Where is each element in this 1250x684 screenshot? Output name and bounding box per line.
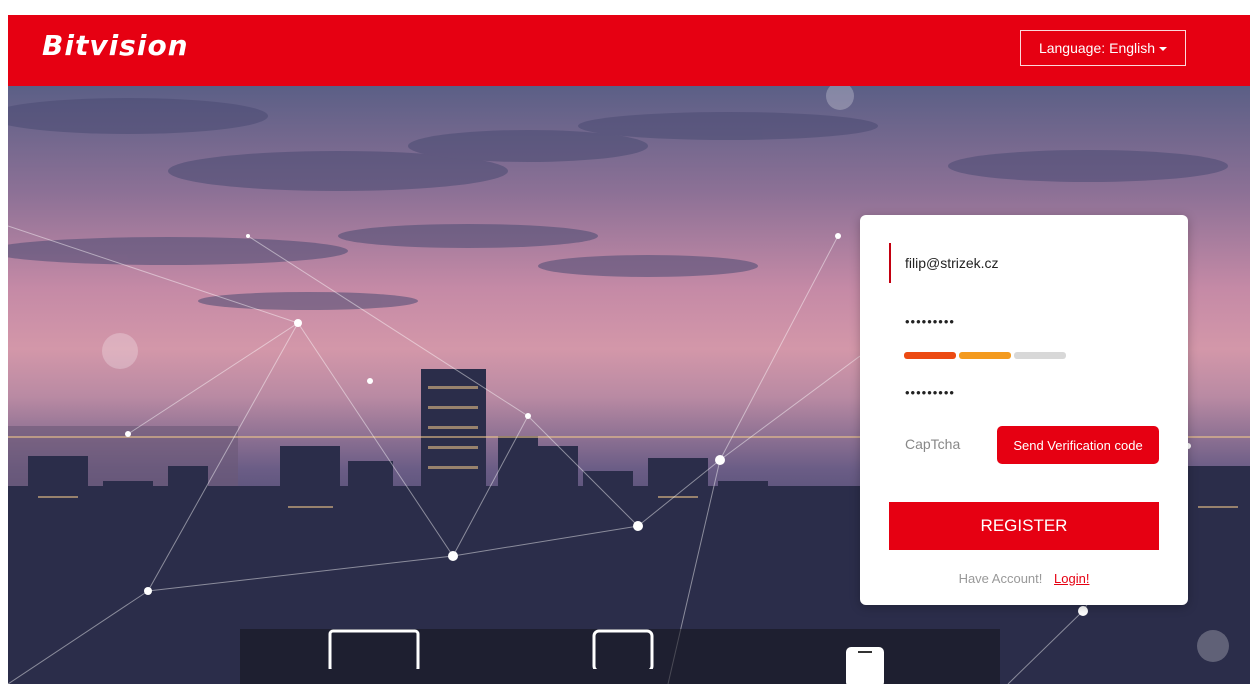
password-field[interactable]: •••••••••: [889, 301, 1159, 341]
device-bar: [240, 629, 1000, 684]
have-account-text: Have Account!: [958, 571, 1043, 586]
have-account-row: Have Account! Login!: [860, 571, 1188, 586]
text-cursor: [889, 243, 891, 283]
email-field[interactable]: filip@strizek.cz: [889, 243, 1159, 283]
email-value: filip@strizek.cz: [905, 255, 999, 271]
tablet-icon[interactable]: [592, 629, 656, 669]
captcha-input[interactable]: CapTcha: [905, 436, 960, 452]
strength-segment-medium: [959, 352, 1011, 359]
brand-logo[interactable]: Bitvision: [42, 29, 189, 62]
language-value: English: [1109, 40, 1156, 56]
login-link[interactable]: Login!: [1054, 571, 1089, 586]
password-strength-meter: [904, 352, 1066, 359]
strength-segment-weak: [904, 352, 956, 359]
phone-icon[interactable]: [844, 645, 888, 684]
password-value: •••••••••: [905, 313, 955, 329]
chevron-down-icon: [1159, 47, 1168, 51]
captcha-row: CapTcha Send Verification code: [889, 426, 1159, 464]
page-frame: Bitvision Language: English filip@strize…: [8, 15, 1250, 684]
language-selector[interactable]: Language: English: [1020, 30, 1186, 66]
hero-background: filip@strizek.cz ••••••••• ••••••••• Cap…: [8, 86, 1250, 684]
strength-segment-strong: [1014, 352, 1066, 359]
confirm-password-field[interactable]: •••••••••: [889, 372, 1159, 412]
language-label: Language:: [1038, 40, 1106, 56]
register-button[interactable]: REGISTER: [889, 502, 1159, 550]
register-card: filip@strizek.cz ••••••••• ••••••••• Cap…: [860, 215, 1188, 605]
confirm-password-value: •••••••••: [905, 384, 955, 400]
top-header: Bitvision Language: English: [8, 15, 1250, 86]
monitor-icon[interactable]: [328, 629, 424, 669]
send-verification-code-button[interactable]: Send Verification code: [997, 426, 1159, 464]
